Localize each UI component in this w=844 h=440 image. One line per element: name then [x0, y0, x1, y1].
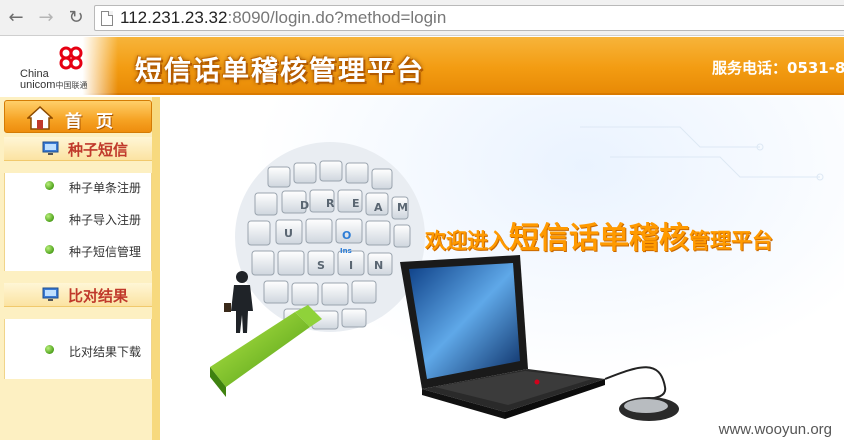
key-E: E: [352, 197, 360, 210]
section-title-compare-results: 比对结果: [68, 287, 129, 305]
key-O: O: [342, 229, 351, 242]
menu-item-label: 种子单条注册: [69, 181, 142, 195]
welcome-text-prefix: 欢迎进入: [425, 229, 509, 253]
bullet-icon: [45, 245, 54, 254]
url-path: :8090/login.do?method=login: [227, 8, 447, 27]
system-title: 短信话单稽核管理平台: [135, 56, 425, 87]
logo-text-unicom-en: unicom: [20, 79, 56, 91]
key-A: A: [374, 201, 383, 214]
browser-toolbar: ← → ↻ 112.231.23.32:8090/login.do?method…: [0, 0, 844, 36]
home-label: 首页: [65, 112, 127, 132]
back-arrow-icon[interactable]: ←: [6, 8, 26, 28]
header-banner: China unicom中国联通 短信话单稽核管理平台 服务电话：0531-8: [0, 37, 844, 95]
home-icon: [27, 106, 53, 130]
home-button[interactable]: 首页: [4, 100, 152, 133]
mouse-illustration: [604, 366, 679, 421]
section-header-compare-results[interactable]: 比对结果: [4, 283, 152, 307]
forward-arrow-icon[interactable]: →: [36, 8, 56, 28]
unicom-logo: China unicom中国联通: [0, 37, 118, 95]
service-hotline: 服务电话：0531-8: [712, 59, 844, 77]
section-header-seed-sms[interactable]: 种子短信: [4, 137, 152, 161]
menu-item-label: 种子短信管理: [69, 245, 142, 259]
laptop-illustration: [400, 255, 605, 419]
green-arrow-bar: [210, 305, 322, 397]
menu-item-label: 种子导入注册: [69, 213, 142, 227]
key-R: R: [326, 197, 335, 210]
bullet-icon: [45, 181, 54, 190]
welcome-illustration: D R E A M U S I N O Ins: [210, 126, 824, 421]
key-I: I: [349, 259, 353, 272]
logo-text-unicom: unicom中国联通: [20, 80, 87, 91]
welcome-text-system: 短信话单稽核: [509, 221, 689, 256]
key-D: D: [300, 199, 309, 212]
menu-item-label: 比对结果下载: [69, 345, 142, 359]
key-U: U: [284, 227, 293, 240]
reload-icon[interactable]: ↻: [66, 8, 86, 28]
sidebar: 首页 种子短信 种子单条注册 种子导入注册 种子短信管理 比对结果 比对结果下载: [0, 97, 160, 440]
address-bar[interactable]: 112.231.23.32:8090/login.do?method=login: [94, 5, 844, 31]
keyboard-globe: D R E A M U S I N O Ins: [235, 142, 425, 332]
welcome-text-suffix: 管理平台: [689, 229, 773, 253]
url-text[interactable]: 112.231.23.32:8090/login.do?method=login: [120, 8, 446, 28]
section-title-seed-sms: 种子短信: [68, 141, 129, 159]
url-host: 112.231.23.32: [120, 8, 228, 27]
key-M: M: [397, 201, 408, 214]
bullet-icon: [45, 345, 54, 354]
computer-icon: [42, 287, 59, 301]
section-body-compare-results: 比对结果下载: [4, 319, 152, 379]
key-S: S: [317, 259, 325, 272]
sidebar-divider: [152, 97, 160, 440]
unicom-knot-icon: [59, 46, 83, 70]
key-N: N: [374, 259, 383, 272]
page-icon: [101, 11, 113, 26]
computer-icon: [42, 141, 59, 155]
main-content: D R E A M U S I N O Ins 欢迎进入短信话单稽核管理平台 w…: [160, 97, 844, 440]
bullet-icon: [45, 213, 54, 222]
section-body-seed-sms: 种子单条注册 种子导入注册 种子短信管理: [4, 173, 152, 271]
circuit-lines: [580, 126, 824, 181]
logo-text-unicom-cn: 中国联通: [55, 81, 88, 90]
watermark: www.wooyun.org: [718, 421, 832, 438]
welcome-banner: 欢迎进入短信话单稽核管理平台: [425, 213, 773, 257]
key-Ins: Ins: [340, 247, 352, 255]
